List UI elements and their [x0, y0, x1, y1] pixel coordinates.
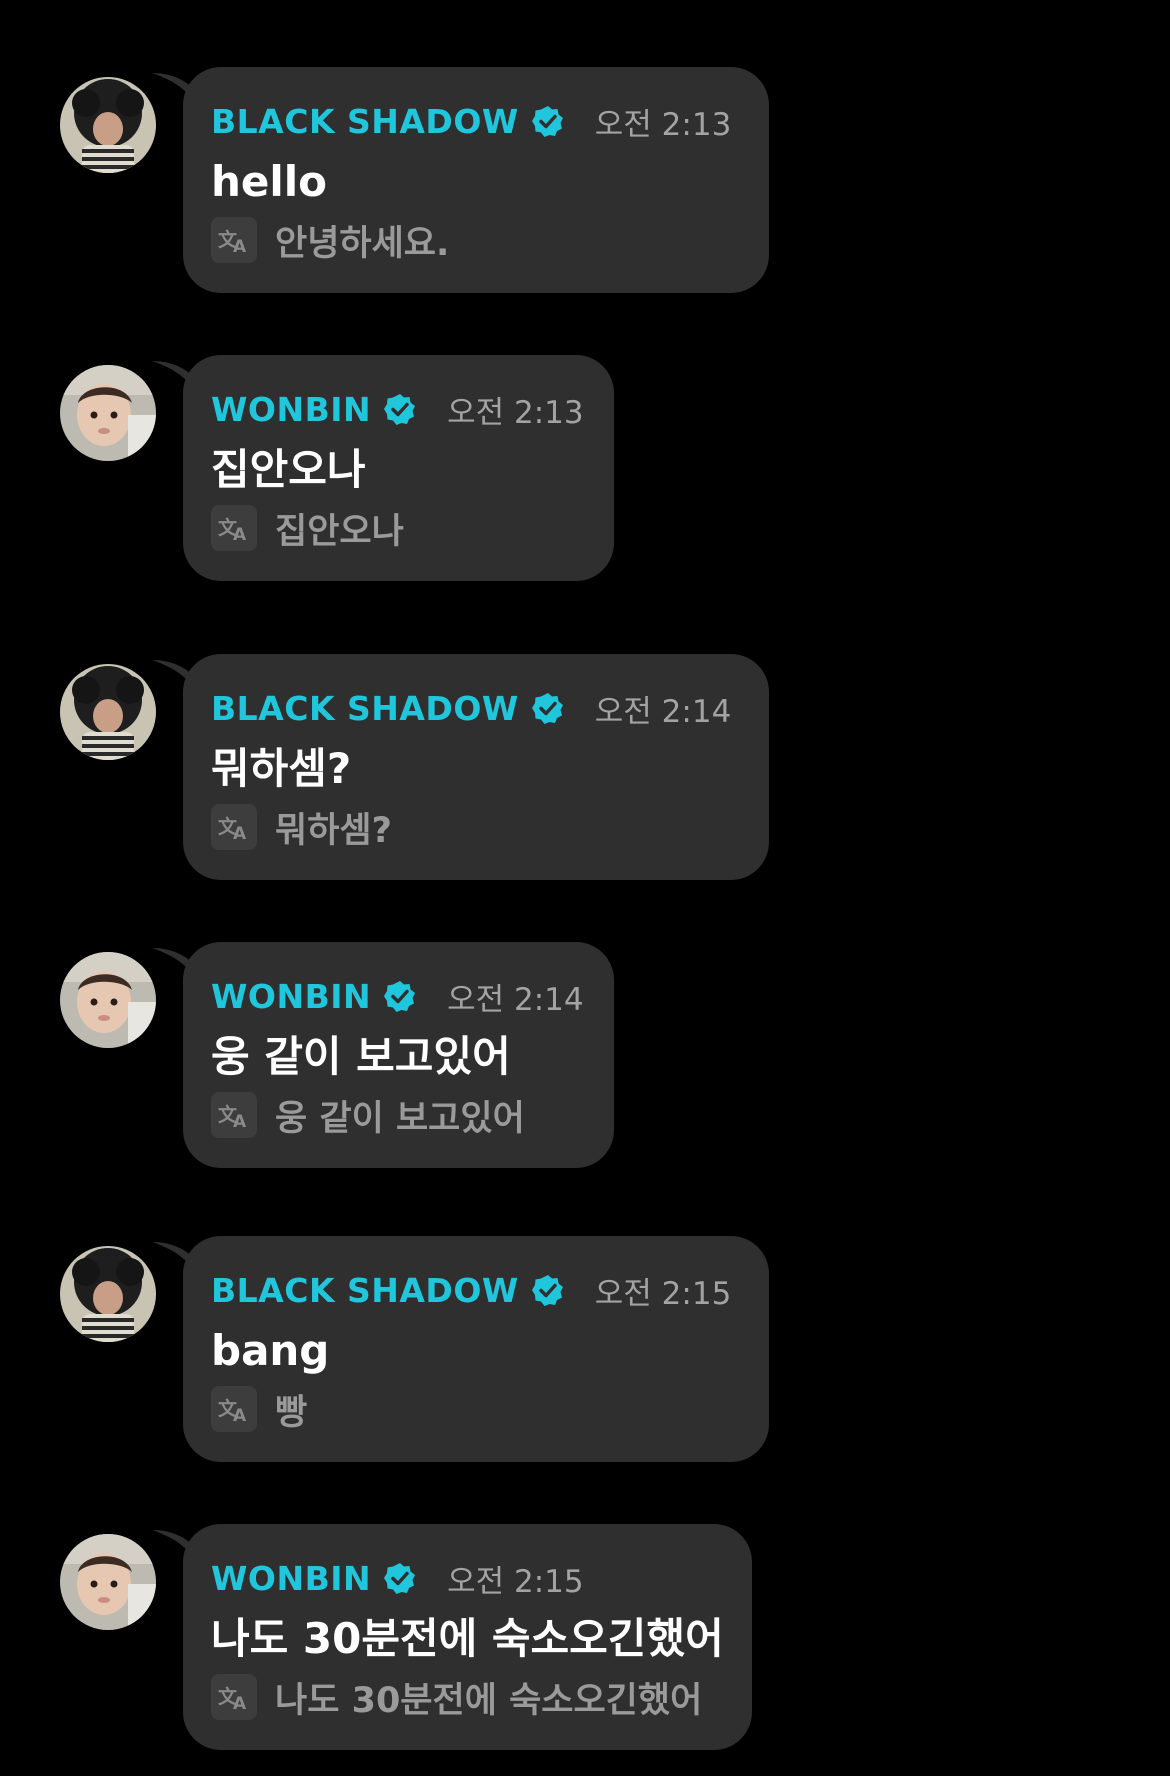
- message-text: 웅 같이 보고있어: [211, 1032, 511, 1081]
- message-text: hello: [211, 157, 328, 206]
- translation-text: 웅 같이 보고있어: [275, 1098, 525, 1139]
- message-text: 나도 30분전에 숙소오긴했어: [211, 1614, 724, 1663]
- sender-name[interactable]: BLACK SHADOW: [211, 102, 519, 141]
- translate-icon[interactable]: 文 A: [211, 217, 257, 263]
- avatar-wonbin[interactable]: [60, 952, 156, 1048]
- message-time: 오전 2:14: [447, 981, 584, 1018]
- translation-row: 文 A 빵: [211, 1386, 308, 1433]
- translation-row: 文 A 웅 같이 보고있어: [211, 1092, 525, 1139]
- translation-text: 뭐하셈?: [275, 810, 392, 851]
- verified-badge-icon: [384, 394, 416, 425]
- message-header: BLACK SHADOW 오전 2:15: [211, 1270, 732, 1312]
- sender-name[interactable]: BLACK SHADOW: [211, 689, 519, 728]
- message-time: 오전 2:13: [447, 394, 584, 431]
- sender-name[interactable]: BLACK SHADOW: [211, 1271, 519, 1310]
- avatar-black-shadow[interactable]: [60, 77, 156, 173]
- message-time: 오전 2:13: [594, 106, 732, 143]
- message-time: 오전 2:15: [447, 1563, 584, 1600]
- translate-icon[interactable]: 文 A: [211, 804, 257, 850]
- message-bubble[interactable]: BLACK SHADOW 오전 2:14 뭐하셈? 文 A 뭐하셈?: [183, 654, 769, 880]
- message-header: BLACK SHADOW 오전 2:13: [211, 101, 732, 143]
- sender-name[interactable]: WONBIN: [211, 977, 371, 1016]
- avatar-wonbin[interactable]: [60, 1534, 156, 1630]
- message-header: BLACK SHADOW 오전 2:14: [211, 688, 732, 730]
- translation-row: 文 A 나도 30분전에 숙소오긴했어: [211, 1674, 703, 1721]
- avatar-black-shadow[interactable]: [60, 1246, 156, 1342]
- message-bubble[interactable]: WONBIN 오전 2:14 웅 같이 보고있어 文 A 웅 같이 보고있어: [183, 942, 614, 1168]
- message-time: 오전 2:14: [594, 693, 732, 730]
- svg-text:A: A: [233, 237, 247, 255]
- message-text: 뭐하셈?: [211, 744, 352, 793]
- chat-message-list: BLACK SHADOW 오전 2:13 hello 文 A 안녕하세요. WO…: [0, 0, 1170, 1776]
- message-text: bang: [211, 1326, 330, 1375]
- message-header: WONBIN 오전 2:14: [211, 976, 584, 1018]
- svg-text:A: A: [233, 1694, 247, 1712]
- avatar-wonbin[interactable]: [60, 365, 156, 461]
- translation-row: 文 A 안녕하세요.: [211, 217, 450, 264]
- svg-text:A: A: [233, 824, 247, 842]
- message-time: 오전 2:15: [594, 1275, 732, 1312]
- translation-row: 文 A 뭐하셈?: [211, 804, 392, 851]
- verified-badge-icon: [384, 981, 416, 1012]
- translation-row: 文 A 집안오나: [211, 505, 404, 552]
- translation-text: 집안오나: [275, 511, 404, 552]
- verified-badge-icon: [531, 1275, 563, 1306]
- translation-text: 나도 30분전에 숙소오긴했어: [275, 1680, 703, 1721]
- translate-icon[interactable]: 文 A: [211, 1092, 257, 1138]
- svg-text:A: A: [233, 525, 247, 543]
- translate-icon[interactable]: 文 A: [211, 505, 257, 551]
- message-text: 집안오나: [211, 445, 366, 494]
- avatar-black-shadow[interactable]: [60, 664, 156, 760]
- svg-text:A: A: [233, 1406, 247, 1424]
- translate-icon[interactable]: 文 A: [211, 1386, 257, 1432]
- message-header: WONBIN 오전 2:13: [211, 389, 584, 431]
- verified-badge-icon: [531, 106, 563, 137]
- translation-text: 안녕하세요.: [275, 223, 450, 264]
- verified-badge-icon: [384, 1563, 416, 1594]
- svg-text:A: A: [233, 1112, 247, 1130]
- translation-text: 빵: [275, 1392, 308, 1433]
- translate-icon[interactable]: 文 A: [211, 1674, 257, 1720]
- sender-name[interactable]: WONBIN: [211, 1559, 371, 1598]
- message-bubble[interactable]: WONBIN 오전 2:13 집안오나 文 A 집안오나: [183, 355, 614, 581]
- sender-name[interactable]: WONBIN: [211, 390, 371, 429]
- message-header: WONBIN 오전 2:15: [211, 1558, 584, 1600]
- message-bubble[interactable]: BLACK SHADOW 오전 2:15 bang 文 A 빵: [183, 1236, 769, 1462]
- message-bubble[interactable]: BLACK SHADOW 오전 2:13 hello 文 A 안녕하세요.: [183, 67, 769, 293]
- verified-badge-icon: [531, 693, 563, 724]
- message-bubble[interactable]: WONBIN 오전 2:15 나도 30분전에 숙소오긴했어 文 A 나도 30…: [183, 1524, 752, 1750]
